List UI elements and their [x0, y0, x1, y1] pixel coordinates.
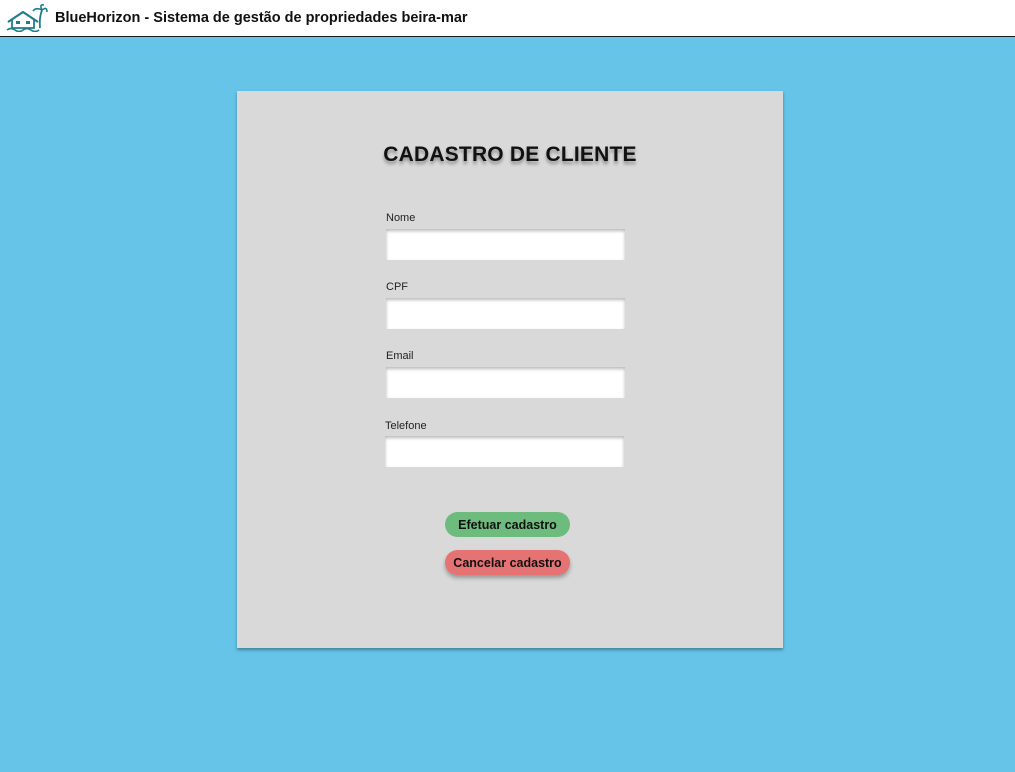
email-input[interactable] — [386, 367, 625, 398]
name-input[interactable] — [386, 229, 625, 260]
submit-registration-button[interactable]: Efetuar cadastro — [445, 512, 570, 537]
name-label: Nome — [386, 212, 416, 224]
form-title: CADASTRO DE CLIENTE — [383, 143, 637, 166]
phone-input[interactable] — [385, 436, 624, 467]
app-header: BlueHorizon - Sistema de gestão de propr… — [0, 0, 1015, 37]
cpf-label: CPF — [386, 281, 408, 293]
beach-house-logo-icon — [6, 4, 48, 32]
cpf-input[interactable] — [386, 298, 625, 329]
phone-label: Telefone — [385, 420, 427, 432]
cancel-registration-button[interactable]: Cancelar cadastro — [445, 550, 570, 575]
app-title: BlueHorizon - Sistema de gestão de propr… — [55, 10, 468, 26]
client-registration-card: CADASTRO DE CLIENTE Nome CPF Email Telef… — [237, 91, 783, 648]
email-label: Email — [386, 350, 414, 362]
